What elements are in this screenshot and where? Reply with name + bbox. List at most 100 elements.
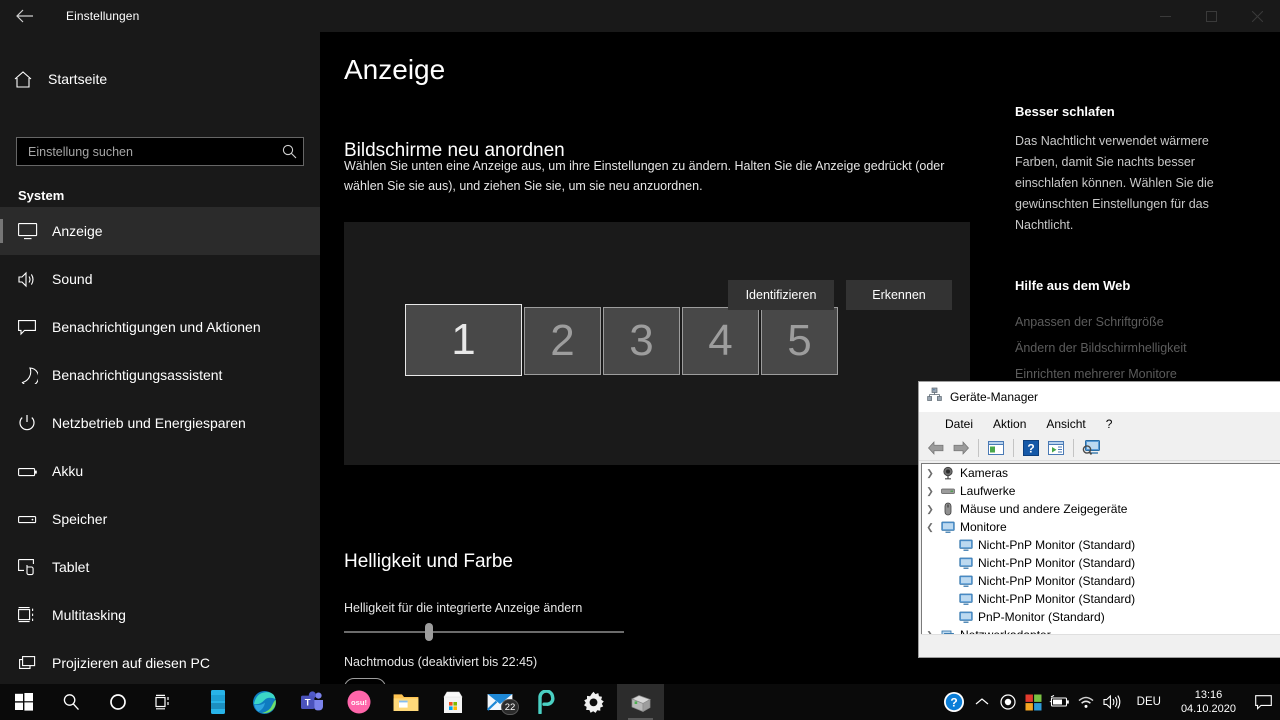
sidebar-item-anzeige[interactable]: Anzeige [0,207,320,255]
rearrange-description: Wählen Sie unten eine Anzeige aus, um ih… [344,159,945,193]
tree-node-monitor-item[interactable]: Nicht-PnP Monitor (Standard) [922,590,1280,608]
sidebar-item-home[interactable]: Startseite [0,59,320,99]
back-arrow-icon[interactable] [0,0,48,32]
back-arrow-icon[interactable] [925,437,947,459]
minimize-icon[interactable] [1142,0,1188,32]
sidebar-item-sound[interactable]: Sound [0,255,320,303]
tree-node-monitor-item[interactable]: PnP-Monitor (Standard) [922,608,1280,626]
menu-aktion[interactable]: Aktion [983,417,1036,431]
monitor-number: 3 [629,316,654,365]
file-explorer-icon[interactable] [382,684,429,720]
clock[interactable]: 13:16 04.10.2020 [1171,684,1246,720]
sidebar-item-speicher[interactable]: Speicher [0,495,320,543]
chevron-right-icon[interactable]: ❯ [922,486,938,497]
menu-ansicht[interactable]: Ansicht [1036,417,1095,431]
antivirus-icon[interactable] [1021,684,1047,720]
monitor-number: 5 [787,316,812,365]
language-indicator[interactable]: DEU [1127,696,1171,708]
taskbar-search-icon[interactable] [47,684,94,720]
monitor-box-1[interactable]: 1 [405,304,522,376]
edge-icon[interactable] [241,684,288,720]
device-manager-title: Geräte-Manager [950,390,1039,404]
sidebar-item-akku[interactable]: Akku [0,447,320,495]
aside-link-font-size[interactable]: Anpassen der Schriftgröße [1015,315,1164,329]
slider-thumb[interactable] [425,623,433,641]
record-circle-icon[interactable] [995,684,1021,720]
sidebar-item-benachrichtigungsassistent[interactable]: Benachrichtigungsassistent [0,351,320,399]
monitor-box-5[interactable]: 5 [761,307,838,375]
mail-icon[interactable]: 22 [476,684,523,720]
menu-help[interactable]: ? [1096,417,1123,431]
device-manager-taskbar-icon[interactable] [617,684,664,720]
tree-node-label: Nicht-PnP Monitor (Standard) [978,592,1136,606]
tree-node-monitor-item[interactable]: Nicht-PnP Monitor (Standard) [922,572,1280,590]
help-circle-icon[interactable]: ? [939,684,969,720]
monitor-box-3[interactable]: 3 [603,307,680,375]
tree-node-monitor-item[interactable]: Nicht-PnP Monitor (Standard) [922,536,1280,554]
menu-datei[interactable]: Datei [935,417,983,431]
clock-time: 13:16 [1194,689,1223,701]
chevron-right-icon[interactable]: ❯ [922,468,938,479]
help-icon[interactable]: ? [1020,437,1042,459]
home-icon [14,70,44,88]
monitor-box-4[interactable]: 4 [682,307,759,375]
monitor-box-2[interactable]: 2 [524,307,601,375]
wifi-icon[interactable] [1073,684,1099,720]
action-center-icon[interactable] [1246,684,1280,720]
monitor-number: 2 [550,316,575,365]
maximize-icon[interactable] [1188,0,1234,32]
tree-node-laufwerke[interactable]: ❯ Laufwerke [922,482,1280,500]
device-tree[interactable]: ❯ Kameras ❯ Laufwerke ❯ Mäuse und andere… [921,463,1280,635]
detect-button[interactable]: Erkennen [846,280,952,310]
windows-start-icon[interactable] [0,684,47,720]
sidebar-item-netzbetrieb[interactable]: Netzbetrieb und Energiesparen [0,399,320,447]
volume-icon[interactable] [1099,684,1127,720]
scan-hardware-icon[interactable] [1080,437,1102,459]
clock-date: 04.10.2020 [1180,703,1236,715]
chat-bubble-icon [18,319,48,336]
tp-link-icon[interactable] [523,684,570,720]
system-tray: ? DEU 13:16 04.10.2020 [939,684,1280,720]
chevron-down-icon[interactable]: ❮ [922,522,938,533]
tree-node-maeuse[interactable]: ❯ Mäuse und andere Zeigegeräte [922,500,1280,518]
device-manager-window[interactable]: Geräte-Manager Datei Aktion Ansicht ? ? [918,381,1280,658]
tree-node-label: Nicht-PnP Monitor (Standard) [978,574,1136,588]
sidebar-item-multitasking[interactable]: Multitasking [0,591,320,639]
settings-icon[interactable] [570,684,617,720]
forward-arrow-icon[interactable] [950,437,972,459]
sidebar-item-tablet[interactable]: Tablet [0,543,320,591]
aside-link-multi-monitor[interactable]: Einrichten mehrerer Monitore [1015,367,1177,381]
aside-link-brightness[interactable]: Ändern der Bildschirmhelligkeit [1015,341,1187,355]
sidebar-item-label: Netzbetrieb und Energiesparen [52,415,246,431]
chevron-right-icon[interactable]: ❯ [922,504,938,515]
close-icon[interactable] [1234,0,1280,32]
teams-icon[interactable]: T [288,684,335,720]
tree-node-monitore[interactable]: ❮ Monitore [922,518,1280,536]
cortana-circle-icon[interactable] [94,684,141,720]
tablet-touch-icon [18,558,48,576]
sidebar-item-projizieren[interactable]: Projizieren auf diesen PC [0,639,320,687]
task-view-icon[interactable] [141,684,188,720]
properties-icon[interactable] [985,437,1007,459]
microsoft-store-icon[interactable] [429,684,476,720]
monitor-icon [956,538,976,552]
search-icon[interactable] [275,144,303,159]
monitor-arrangement-canvas[interactable]: 1 2 3 4 5 [344,222,970,465]
chevron-up-icon[interactable] [969,684,995,720]
tree-node-monitor-item[interactable]: Nicht-PnP Monitor (Standard) [922,554,1280,572]
your-phone-icon[interactable] [194,684,241,720]
update-driver-icon[interactable] [1045,437,1067,459]
battery-charging-icon[interactable] [1047,684,1073,720]
sidebar-item-label: Benachrichtigungen und Aktionen [52,319,261,335]
display-action-buttons: Identifizieren Erkennen [728,280,952,310]
tree-node-kameras[interactable]: ❯ Kameras [922,464,1280,482]
search-box[interactable] [16,137,304,166]
mouse-icon [938,502,958,516]
osu-icon[interactable]: osu! [335,684,382,720]
search-input[interactable] [17,144,275,159]
brightness-slider[interactable] [344,622,624,642]
sidebar-item-benachrichtigungen[interactable]: Benachrichtigungen und Aktionen [0,303,320,351]
device-manager-statusbar [921,634,1280,655]
identify-button[interactable]: Identifizieren [728,280,834,310]
settings-window-title: Einstellungen [66,9,140,23]
